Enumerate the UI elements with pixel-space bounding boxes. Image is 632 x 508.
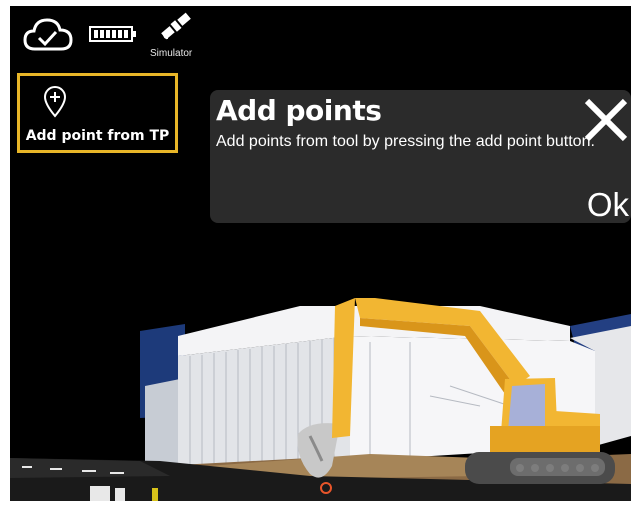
cloud-check-icon[interactable]: [22, 16, 74, 54]
map-pin-plus-icon: [43, 86, 67, 118]
add-point-from-tp-button[interactable]: Add point from TP: [17, 73, 178, 153]
excavator-track-inner: [510, 458, 605, 476]
add-point-from-tp-label: Add point from TP: [25, 128, 170, 144]
battery-full-icon: [89, 26, 136, 42]
excavator-window: [508, 384, 545, 431]
ok-button[interactable]: Ok: [587, 186, 629, 224]
tooltip-title: Add points: [216, 94, 382, 127]
excavator-counterweight: [490, 426, 600, 456]
satellite-icon: [161, 12, 191, 40]
app-viewport: Simulator Add point from TP Add points A…: [10, 6, 631, 501]
close-icon[interactable]: [582, 96, 630, 144]
road-marker-yellow: [152, 488, 158, 501]
tooltip-body: Add points from tool by pressing the add…: [216, 133, 595, 150]
add-points-tooltip: Add points Add points from tool by press…: [210, 90, 631, 223]
simulator-label: Simulator: [150, 48, 193, 59]
status-bar: Simulator: [10, 6, 240, 66]
